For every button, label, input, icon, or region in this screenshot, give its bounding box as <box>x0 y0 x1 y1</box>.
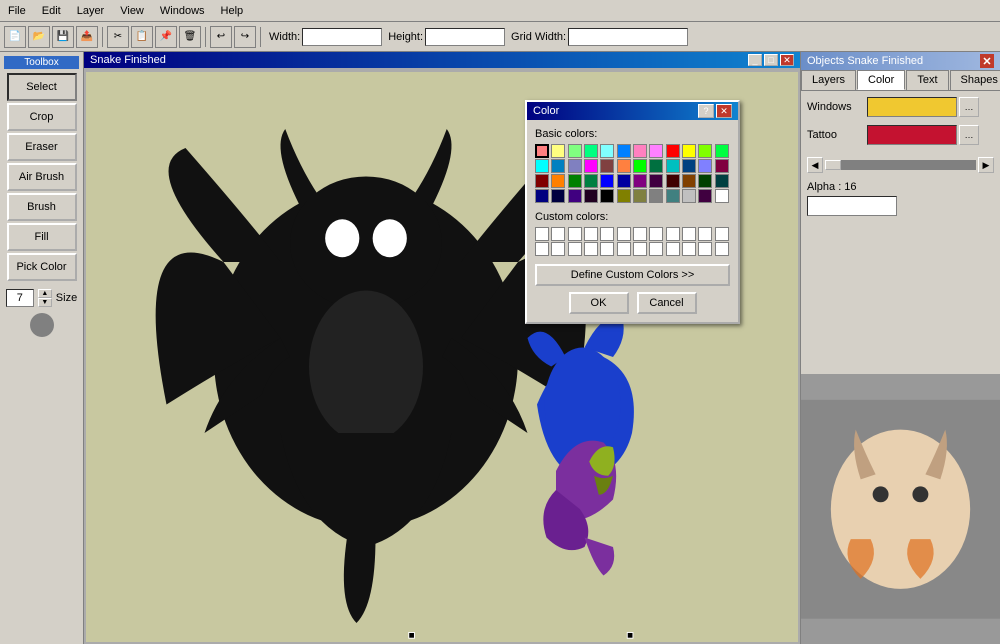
custom-color-cell[interactable] <box>649 242 663 256</box>
basic-color-cell[interactable] <box>600 174 614 188</box>
basic-color-cell[interactable] <box>649 144 663 158</box>
basic-color-cell[interactable] <box>698 159 712 173</box>
basic-color-cell[interactable] <box>568 189 582 203</box>
basic-colors-label: Basic colors: <box>535 128 730 140</box>
basic-color-cell[interactable] <box>568 174 582 188</box>
basic-color-cell[interactable] <box>666 174 680 188</box>
define-custom-colors-btn[interactable]: Define Custom Colors >> <box>535 264 730 286</box>
custom-color-cell[interactable] <box>584 227 598 241</box>
custom-color-cell[interactable] <box>551 227 565 241</box>
custom-color-cell[interactable] <box>715 227 729 241</box>
basic-color-cell[interactable] <box>584 189 598 203</box>
dialog-help-btn[interactable]: ? <box>698 104 714 118</box>
dialog-title: Color ? ✕ <box>527 102 738 120</box>
basic-color-cell[interactable] <box>584 144 598 158</box>
dialog-title-buttons: ? ✕ <box>698 104 732 118</box>
basic-color-cell[interactable] <box>682 159 696 173</box>
dialog-title-text: Color <box>533 105 559 117</box>
dialog-buttons: OK Cancel <box>535 292 730 314</box>
basic-color-cell[interactable] <box>666 159 680 173</box>
basic-color-cell[interactable] <box>715 189 729 203</box>
custom-colors-grid <box>535 227 730 256</box>
basic-color-cell[interactable] <box>568 159 582 173</box>
custom-color-cell[interactable] <box>617 227 631 241</box>
custom-color-cell[interactable] <box>666 242 680 256</box>
basic-color-cell[interactable] <box>715 144 729 158</box>
custom-color-cell[interactable] <box>682 242 696 256</box>
basic-color-cell[interactable] <box>633 189 647 203</box>
basic-color-cell[interactable] <box>535 174 549 188</box>
custom-color-cell[interactable] <box>584 242 598 256</box>
custom-color-cell[interactable] <box>600 227 614 241</box>
custom-color-cell[interactable] <box>633 227 647 241</box>
basic-color-cell[interactable] <box>617 144 631 158</box>
basic-colors-grid <box>535 144 730 203</box>
custom-color-cell[interactable] <box>568 242 582 256</box>
basic-color-cell[interactable] <box>551 189 565 203</box>
custom-color-cell[interactable] <box>535 227 549 241</box>
basic-color-cell[interactable] <box>584 159 598 173</box>
basic-color-cell[interactable] <box>584 174 598 188</box>
basic-color-cell[interactable] <box>535 189 549 203</box>
basic-color-cell[interactable] <box>568 144 582 158</box>
ok-button[interactable]: OK <box>569 292 629 314</box>
custom-color-cell[interactable] <box>551 242 565 256</box>
basic-color-cell[interactable] <box>633 144 647 158</box>
basic-color-cell[interactable] <box>698 189 712 203</box>
custom-color-cell[interactable] <box>535 242 549 256</box>
basic-color-cell[interactable] <box>649 174 663 188</box>
basic-color-cell[interactable] <box>535 144 549 158</box>
basic-color-cell[interactable] <box>551 144 565 158</box>
basic-color-cell[interactable] <box>633 159 647 173</box>
basic-color-cell[interactable] <box>682 144 696 158</box>
basic-color-cell[interactable] <box>698 144 712 158</box>
custom-color-cell[interactable] <box>649 227 663 241</box>
custom-color-cell[interactable] <box>666 227 680 241</box>
basic-color-cell[interactable] <box>617 174 631 188</box>
basic-color-cell[interactable] <box>551 159 565 173</box>
basic-color-cell[interactable] <box>666 189 680 203</box>
cancel-button[interactable]: Cancel <box>637 292 697 314</box>
basic-color-cell[interactable] <box>649 159 663 173</box>
custom-color-cell[interactable] <box>698 242 712 256</box>
basic-color-cell[interactable] <box>682 189 696 203</box>
custom-color-cell[interactable] <box>715 242 729 256</box>
basic-color-cell[interactable] <box>600 189 614 203</box>
basic-color-cell[interactable] <box>633 174 647 188</box>
basic-color-cell[interactable] <box>682 174 696 188</box>
custom-color-cell[interactable] <box>633 242 647 256</box>
color-dialog: Color ? ✕ Basic colors: Custom colors: D… <box>525 100 740 324</box>
basic-color-cell[interactable] <box>617 189 631 203</box>
dialog-body: Basic colors: Custom colors: Define Cust… <box>527 120 738 322</box>
basic-color-cell[interactable] <box>617 159 631 173</box>
custom-color-cell[interactable] <box>617 242 631 256</box>
dialog-close-btn[interactable]: ✕ <box>716 104 732 118</box>
custom-color-cell[interactable] <box>600 242 614 256</box>
basic-color-cell[interactable] <box>666 144 680 158</box>
basic-color-cell[interactable] <box>600 144 614 158</box>
custom-color-cell[interactable] <box>698 227 712 241</box>
basic-color-cell[interactable] <box>649 189 663 203</box>
basic-color-cell[interactable] <box>535 159 549 173</box>
custom-color-cell[interactable] <box>568 227 582 241</box>
custom-color-cell[interactable] <box>682 227 696 241</box>
basic-color-cell[interactable] <box>715 174 729 188</box>
custom-colors-label: Custom colors: <box>535 211 730 223</box>
basic-color-cell[interactable] <box>600 159 614 173</box>
dialog-overlay: Color ? ✕ Basic colors: Custom colors: D… <box>0 0 1000 644</box>
basic-color-cell[interactable] <box>715 159 729 173</box>
basic-color-cell[interactable] <box>698 174 712 188</box>
basic-color-cell[interactable] <box>551 174 565 188</box>
